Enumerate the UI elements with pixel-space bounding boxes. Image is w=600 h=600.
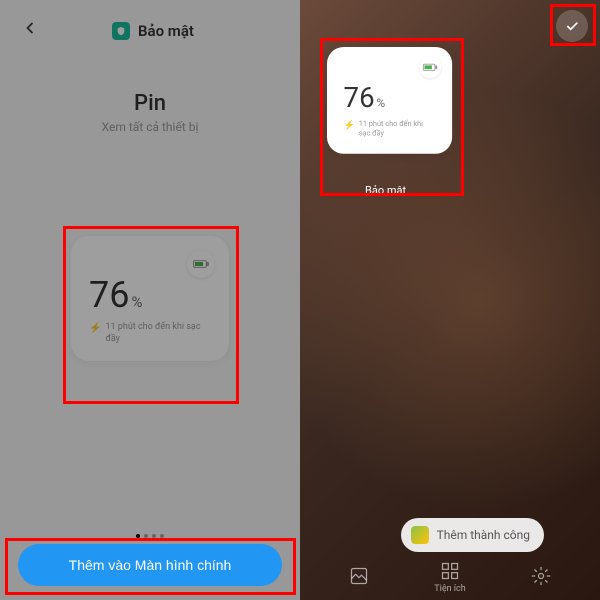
percent-row: 76 % xyxy=(89,274,211,316)
widget-label: Bảo mật xyxy=(365,184,406,197)
charge-text: 11 phút cho đến khi sạc đầy xyxy=(359,120,436,139)
left-panel: Bảo mật Pin Xem tất cả thiết bị 76 % ⚡ 1… xyxy=(0,0,300,600)
percent-value: 76 xyxy=(344,82,375,114)
dot xyxy=(152,534,156,538)
title-group: Bảo mật xyxy=(112,22,194,40)
dock-utilities[interactable]: Tiện ích xyxy=(434,561,465,594)
confirm-button[interactable] xyxy=(556,10,588,42)
back-arrow-icon[interactable] xyxy=(20,18,40,43)
charge-text: 11 phút cho đến khi sạc đầy xyxy=(105,322,211,345)
dock-wallpaper[interactable] xyxy=(349,566,369,589)
bolt-icon: ⚡ xyxy=(89,323,101,334)
pin-subtitle: Xem tất cả thiết bị xyxy=(0,120,300,134)
percent-sign: % xyxy=(376,97,385,111)
battery-icon xyxy=(187,250,215,278)
dock-settings[interactable] xyxy=(531,566,551,589)
bottom-dock: Tiện ích xyxy=(300,553,600,600)
charge-row: ⚡ 11 phút cho đến khi sạc đầy xyxy=(344,120,436,139)
percent-value: 76 xyxy=(89,274,129,316)
battery-icon xyxy=(419,56,441,78)
success-toast: Thêm thành công xyxy=(401,518,544,552)
percent-row: 76 % xyxy=(344,82,436,114)
battery-widget[interactable]: 76 % ⚡ 11 phút cho đến khi sạc đầy xyxy=(71,236,229,361)
dot xyxy=(144,534,148,538)
dock-label: Tiện ích xyxy=(434,584,465,594)
add-to-home-button[interactable]: Thêm vào Màn hình chính xyxy=(18,544,282,586)
dot-active xyxy=(136,534,140,538)
header-title: Bảo mật xyxy=(138,22,194,40)
right-panel: 76 % ⚡ 11 phút cho đến khi sạc đầy Bảo m… xyxy=(300,0,600,600)
charge-row: ⚡ 11 phút cho đến khi sạc đầy xyxy=(89,322,211,345)
dot xyxy=(160,534,164,538)
bolt-icon: ⚡ xyxy=(344,121,355,131)
shield-icon xyxy=(112,22,130,40)
toast-icon xyxy=(411,526,429,544)
pin-title: Pin xyxy=(0,91,300,116)
toast-text: Thêm thành công xyxy=(437,528,530,542)
header: Bảo mật xyxy=(0,0,300,61)
page-dots xyxy=(136,534,164,538)
pin-section: Pin Xem tất cả thiết bị xyxy=(0,91,300,134)
battery-widget-placed[interactable]: 76 % ⚡ 11 phút cho đến khi sạc đầy xyxy=(327,47,452,154)
percent-sign: % xyxy=(131,293,142,311)
